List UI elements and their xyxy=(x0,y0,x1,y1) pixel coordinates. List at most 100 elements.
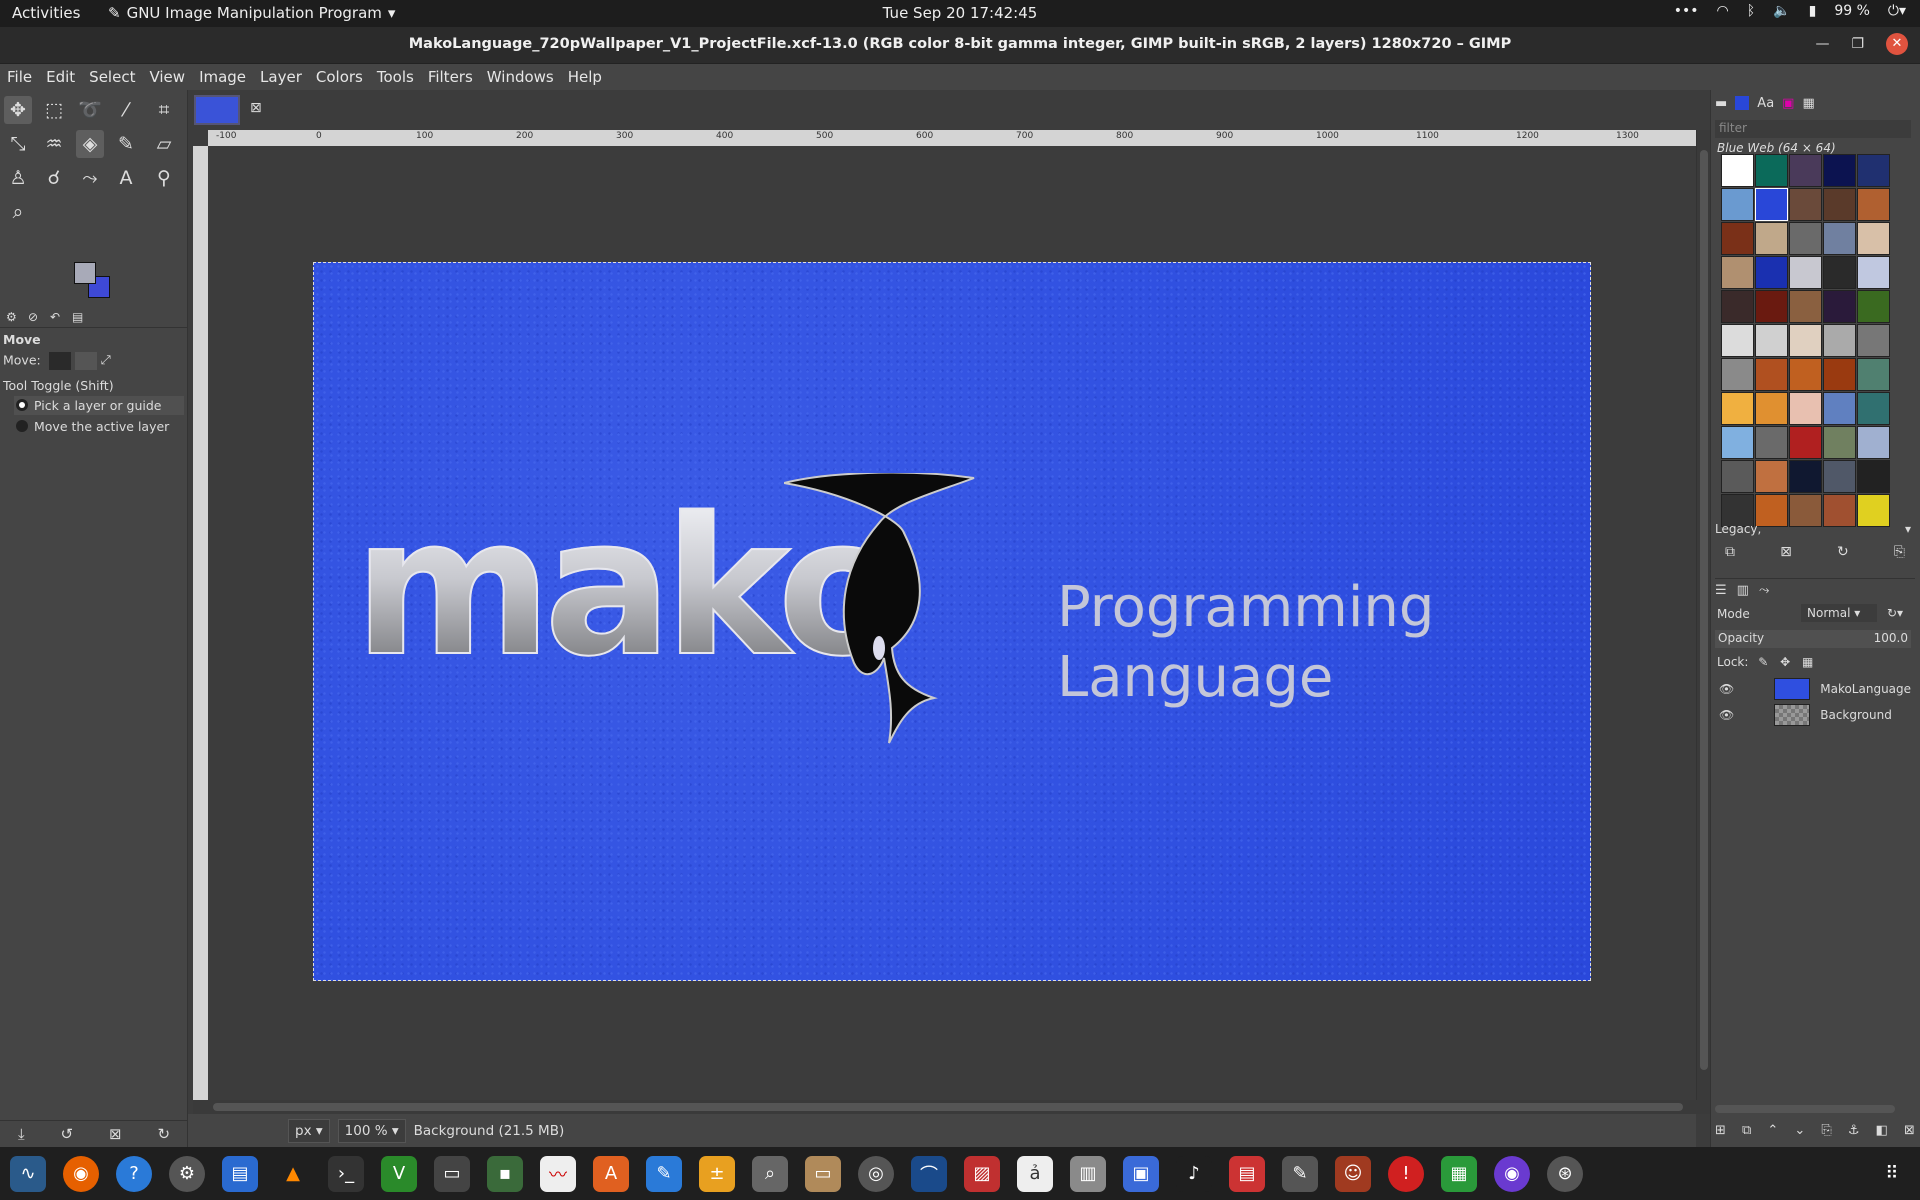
more-tab-icon[interactable]: ▦ xyxy=(1802,96,1814,111)
pattern-filter-input[interactable]: filter xyxy=(1715,120,1911,138)
close-button[interactable]: ✕ xyxy=(1886,33,1908,55)
layer-mode-select[interactable]: Normal ▾ xyxy=(1801,604,1877,622)
layer-row[interactable]: 👁 MakoLanguage xyxy=(1719,677,1919,701)
visibility-eye-icon[interactable]: 👁 xyxy=(1719,708,1734,722)
updater-icon[interactable]: ⊛ xyxy=(1547,1155,1583,1192)
new-group-icon[interactable]: ⧉ xyxy=(1742,1123,1751,1138)
menu-view[interactable]: View xyxy=(142,64,192,90)
delete-options-icon[interactable]: ⊠ xyxy=(109,1125,122,1143)
mask-layer-icon[interactable]: ◧ xyxy=(1876,1123,1888,1138)
zoom-icon[interactable]: ⌕ xyxy=(4,198,32,226)
save-options-icon[interactable]: ⤓ xyxy=(18,1125,25,1143)
calculator-icon[interactable]: ± xyxy=(699,1155,735,1192)
delete-pattern-icon[interactable]: ⊠ xyxy=(1780,544,1792,560)
menu-help[interactable]: Help xyxy=(561,64,609,90)
smudge-icon[interactable]: ☌ xyxy=(40,164,68,192)
tool-options-tab-icon[interactable]: ⚙ xyxy=(6,310,17,324)
more-icon[interactable]: ••• xyxy=(1674,3,1699,19)
raise-layer-icon[interactable]: ⌃ xyxy=(1767,1123,1778,1138)
text-tool-icon[interactable]: A xyxy=(112,164,140,192)
brushes-tab-icon[interactable]: ▬ xyxy=(1715,96,1727,111)
rect-select-icon[interactable]: ⬚ xyxy=(40,96,68,124)
image-canvas[interactable]: mako Programming Language xyxy=(313,262,1591,981)
refresh-patterns-icon[interactable]: ↻ xyxy=(1837,544,1849,560)
layers-scrollbar[interactable] xyxy=(1715,1105,1895,1113)
move-layer-mode-icon[interactable] xyxy=(48,352,71,370)
reset-options-icon[interactable]: ↻ xyxy=(157,1125,170,1143)
move-tool-icon[interactable]: ✥ xyxy=(4,96,32,124)
screenshot-icon[interactable]: ◉ xyxy=(1494,1155,1530,1192)
game-icon[interactable]: ☺ xyxy=(1335,1155,1371,1192)
workspace-icon[interactable]: ▣ xyxy=(1123,1155,1159,1192)
image-viewer-icon[interactable]: ⌕ xyxy=(752,1155,788,1192)
menu-colors[interactable]: Colors xyxy=(309,64,370,90)
vertical-scrollbar[interactable] xyxy=(1696,130,1710,1100)
menu-windows[interactable]: Windows xyxy=(480,64,561,90)
horizontal-scrollbar[interactable] xyxy=(193,1100,1710,1114)
unit-select[interactable]: px ▾ xyxy=(288,1118,330,1143)
spreadsheet-icon[interactable]: ▦ xyxy=(1441,1155,1477,1192)
lock-position-icon[interactable]: ✥ xyxy=(1780,655,1790,669)
eraser-icon[interactable]: ▱ xyxy=(150,130,178,158)
pattern-tag-select[interactable]: Legacy, ▾ xyxy=(1715,522,1911,540)
new-layer-icon[interactable]: ⊞ xyxy=(1715,1123,1726,1138)
vlc-icon[interactable]: ▲ xyxy=(275,1156,311,1192)
pdf-icon[interactable]: ▤ xyxy=(1229,1155,1265,1192)
pick-layer-radio[interactable]: Pick a layer or guide xyxy=(14,396,184,415)
menu-image[interactable]: Image xyxy=(192,64,253,90)
power-icon[interactable]: ⏻▾ xyxy=(1888,3,1906,19)
image-tab-thumbnail[interactable] xyxy=(194,95,240,125)
move-active-layer-radio[interactable]: Move the active layer xyxy=(14,417,171,436)
clone-icon[interactable]: ♙ xyxy=(4,164,32,192)
bucket-fill-icon[interactable]: ◈ xyxy=(76,130,104,158)
color-picker-icon[interactable]: ⚲ xyxy=(150,164,178,192)
fonts-tab-icon[interactable]: Aa xyxy=(1757,96,1774,111)
layers-tab-icon[interactable]: ☰ xyxy=(1715,583,1727,598)
menu-edit[interactable]: Edit xyxy=(39,64,82,90)
text-doc-icon[interactable]: ả xyxy=(1017,1155,1053,1192)
foreground-color-swatch[interactable] xyxy=(74,262,96,284)
move-selection-mode-icon[interactable] xyxy=(74,352,97,370)
disk-icon[interactable]: ◎ xyxy=(858,1155,894,1192)
zoom-select[interactable]: 100 % ▾ xyxy=(337,1118,406,1143)
writer-icon[interactable]: ▤ xyxy=(222,1155,258,1192)
lower-layer-icon[interactable]: ⌄ xyxy=(1794,1123,1805,1138)
images-tab-icon[interactable]: ▤ xyxy=(72,310,83,324)
vim-icon[interactable]: V xyxy=(381,1155,417,1192)
alert-icon[interactable]: ! xyxy=(1388,1155,1424,1192)
settings-icon[interactable]: ⚙ xyxy=(169,1155,205,1192)
delete-layer-icon[interactable]: ⊠ xyxy=(1904,1123,1915,1138)
device-status-tab-icon[interactable]: ⊘ xyxy=(28,310,38,324)
help-icon[interactable]: ? xyxy=(116,1155,152,1192)
menu-file[interactable]: File xyxy=(0,64,39,90)
paths-tab-icon[interactable]: ⤳ xyxy=(1759,583,1769,598)
paths-icon[interactable]: ⤳ xyxy=(76,164,104,192)
gimp-dock-icon[interactable]: ✎ xyxy=(1282,1155,1318,1192)
fuzzy-select-icon[interactable]: ⁄ xyxy=(112,96,140,124)
lasso-icon[interactable]: ➰ xyxy=(76,96,104,124)
screen-icon[interactable]: ▭ xyxy=(434,1155,470,1192)
archive-icon[interactable]: ▥ xyxy=(1070,1155,1106,1192)
duplicate-pattern-icon[interactable]: ⧉ xyxy=(1725,544,1735,560)
maximize-button[interactable]: ❐ xyxy=(1851,36,1864,52)
menu-select[interactable]: Select xyxy=(82,64,142,90)
minimize-button[interactable]: — xyxy=(1815,36,1829,52)
app-green-icon[interactable]: ▪ xyxy=(487,1155,523,1192)
opacity-slider[interactable]: Opacity 100.0 xyxy=(1715,630,1911,648)
visibility-eye-icon[interactable]: 👁 xyxy=(1719,682,1734,696)
menu-filters[interactable]: Filters xyxy=(421,64,480,90)
software-center-icon[interactable]: A xyxy=(593,1155,629,1192)
mode-reset-icon[interactable]: ↻▾ xyxy=(1887,606,1903,620)
files-icon[interactable]: ▭ xyxy=(805,1155,841,1192)
firefox-icon[interactable]: ◉ xyxy=(63,1155,99,1192)
text-editor-icon[interactable]: ✎ xyxy=(646,1155,682,1192)
crop-icon[interactable]: ⌗ xyxy=(150,96,178,124)
duplicate-layer-icon[interactable]: ⎘ xyxy=(1821,1123,1831,1138)
system-tray[interactable]: ••• ◠ ᛒ 🔈 ▮ 99 % ⏻▾ xyxy=(1674,3,1906,19)
restore-options-icon[interactable]: ↺ xyxy=(61,1125,74,1143)
music-icon[interactable]: ♪ xyxy=(1176,1155,1212,1192)
presentation-icon[interactable]: ▨ xyxy=(964,1155,1000,1192)
patterns-tab-icon[interactable] xyxy=(1735,96,1750,110)
warp-icon[interactable]: ♒ xyxy=(40,130,68,158)
gradients-tab-icon[interactable]: ▣ xyxy=(1782,96,1794,111)
